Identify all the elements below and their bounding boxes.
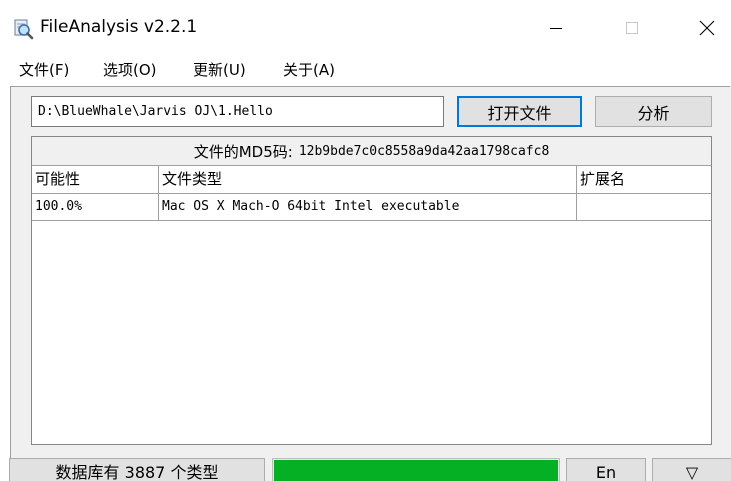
analyze-button[interactable]: 分析 [595,96,712,127]
app-window: FileAnalysis v2.2.1 文件(F) 选项(O) 更新(U) 关于… [0,0,731,481]
minimize-icon [550,28,562,29]
magnifier-document-icon [14,19,34,40]
close-button[interactable] [682,0,731,56]
progress-fill [274,460,558,481]
column-header-probability[interactable]: 可能性 [32,166,159,193]
maximize-button[interactable] [607,0,657,56]
menu-bar: 文件(F) 选项(O) 更新(U) 关于(A) [0,56,731,84]
table-row[interactable]: 100.0% Mac OS X Mach-O 64bit Intel execu… [32,194,711,221]
md5-value: 12b9bde7c0c8558a9da42aa1798cafc8 [298,143,550,159]
column-header-file-type[interactable]: 文件类型 [159,166,577,193]
cell-file-type: Mac OS X Mach-O 64bit Intel executable [159,194,577,220]
progress-bar [272,458,560,481]
maximize-icon [626,22,638,34]
menu-about[interactable]: 关于(A) [281,59,337,80]
open-file-button[interactable]: 打开文件 [457,96,582,127]
close-icon [699,20,715,36]
md5-label: 文件的MD5码: [193,142,293,161]
results-list[interactable]: 文件的MD5码: 12b9bde7c0c8558a9da42aa1798cafc… [31,136,712,445]
window-title: FileAnalysis v2.2.1 [40,17,198,37]
language-button[interactable]: En [566,458,646,481]
minimize-button[interactable] [531,0,581,56]
column-header-extension[interactable]: 扩展名 [577,166,711,193]
menu-file[interactable]: 文件(F) [17,59,71,80]
database-status-button[interactable]: 数据库有 3887 个类型 [9,458,265,481]
cell-probability: 100.0% [32,194,159,220]
more-dropdown-button[interactable]: ▽ [652,458,731,481]
menu-update[interactable]: 更新(U) [191,59,248,80]
file-path-input[interactable] [31,96,444,127]
client-area: 打开文件 分析 文件的MD5码: 12b9bde7c0c8558a9da42aa… [9,86,731,481]
menu-options[interactable]: 选项(O) [101,59,159,80]
title-bar[interactable]: FileAnalysis v2.2.1 [0,0,731,56]
md5-row: 文件的MD5码: 12b9bde7c0c8558a9da42aa1798cafc… [32,137,711,166]
cell-extension [577,194,711,220]
column-header-row: 可能性 文件类型 扩展名 [32,166,711,194]
